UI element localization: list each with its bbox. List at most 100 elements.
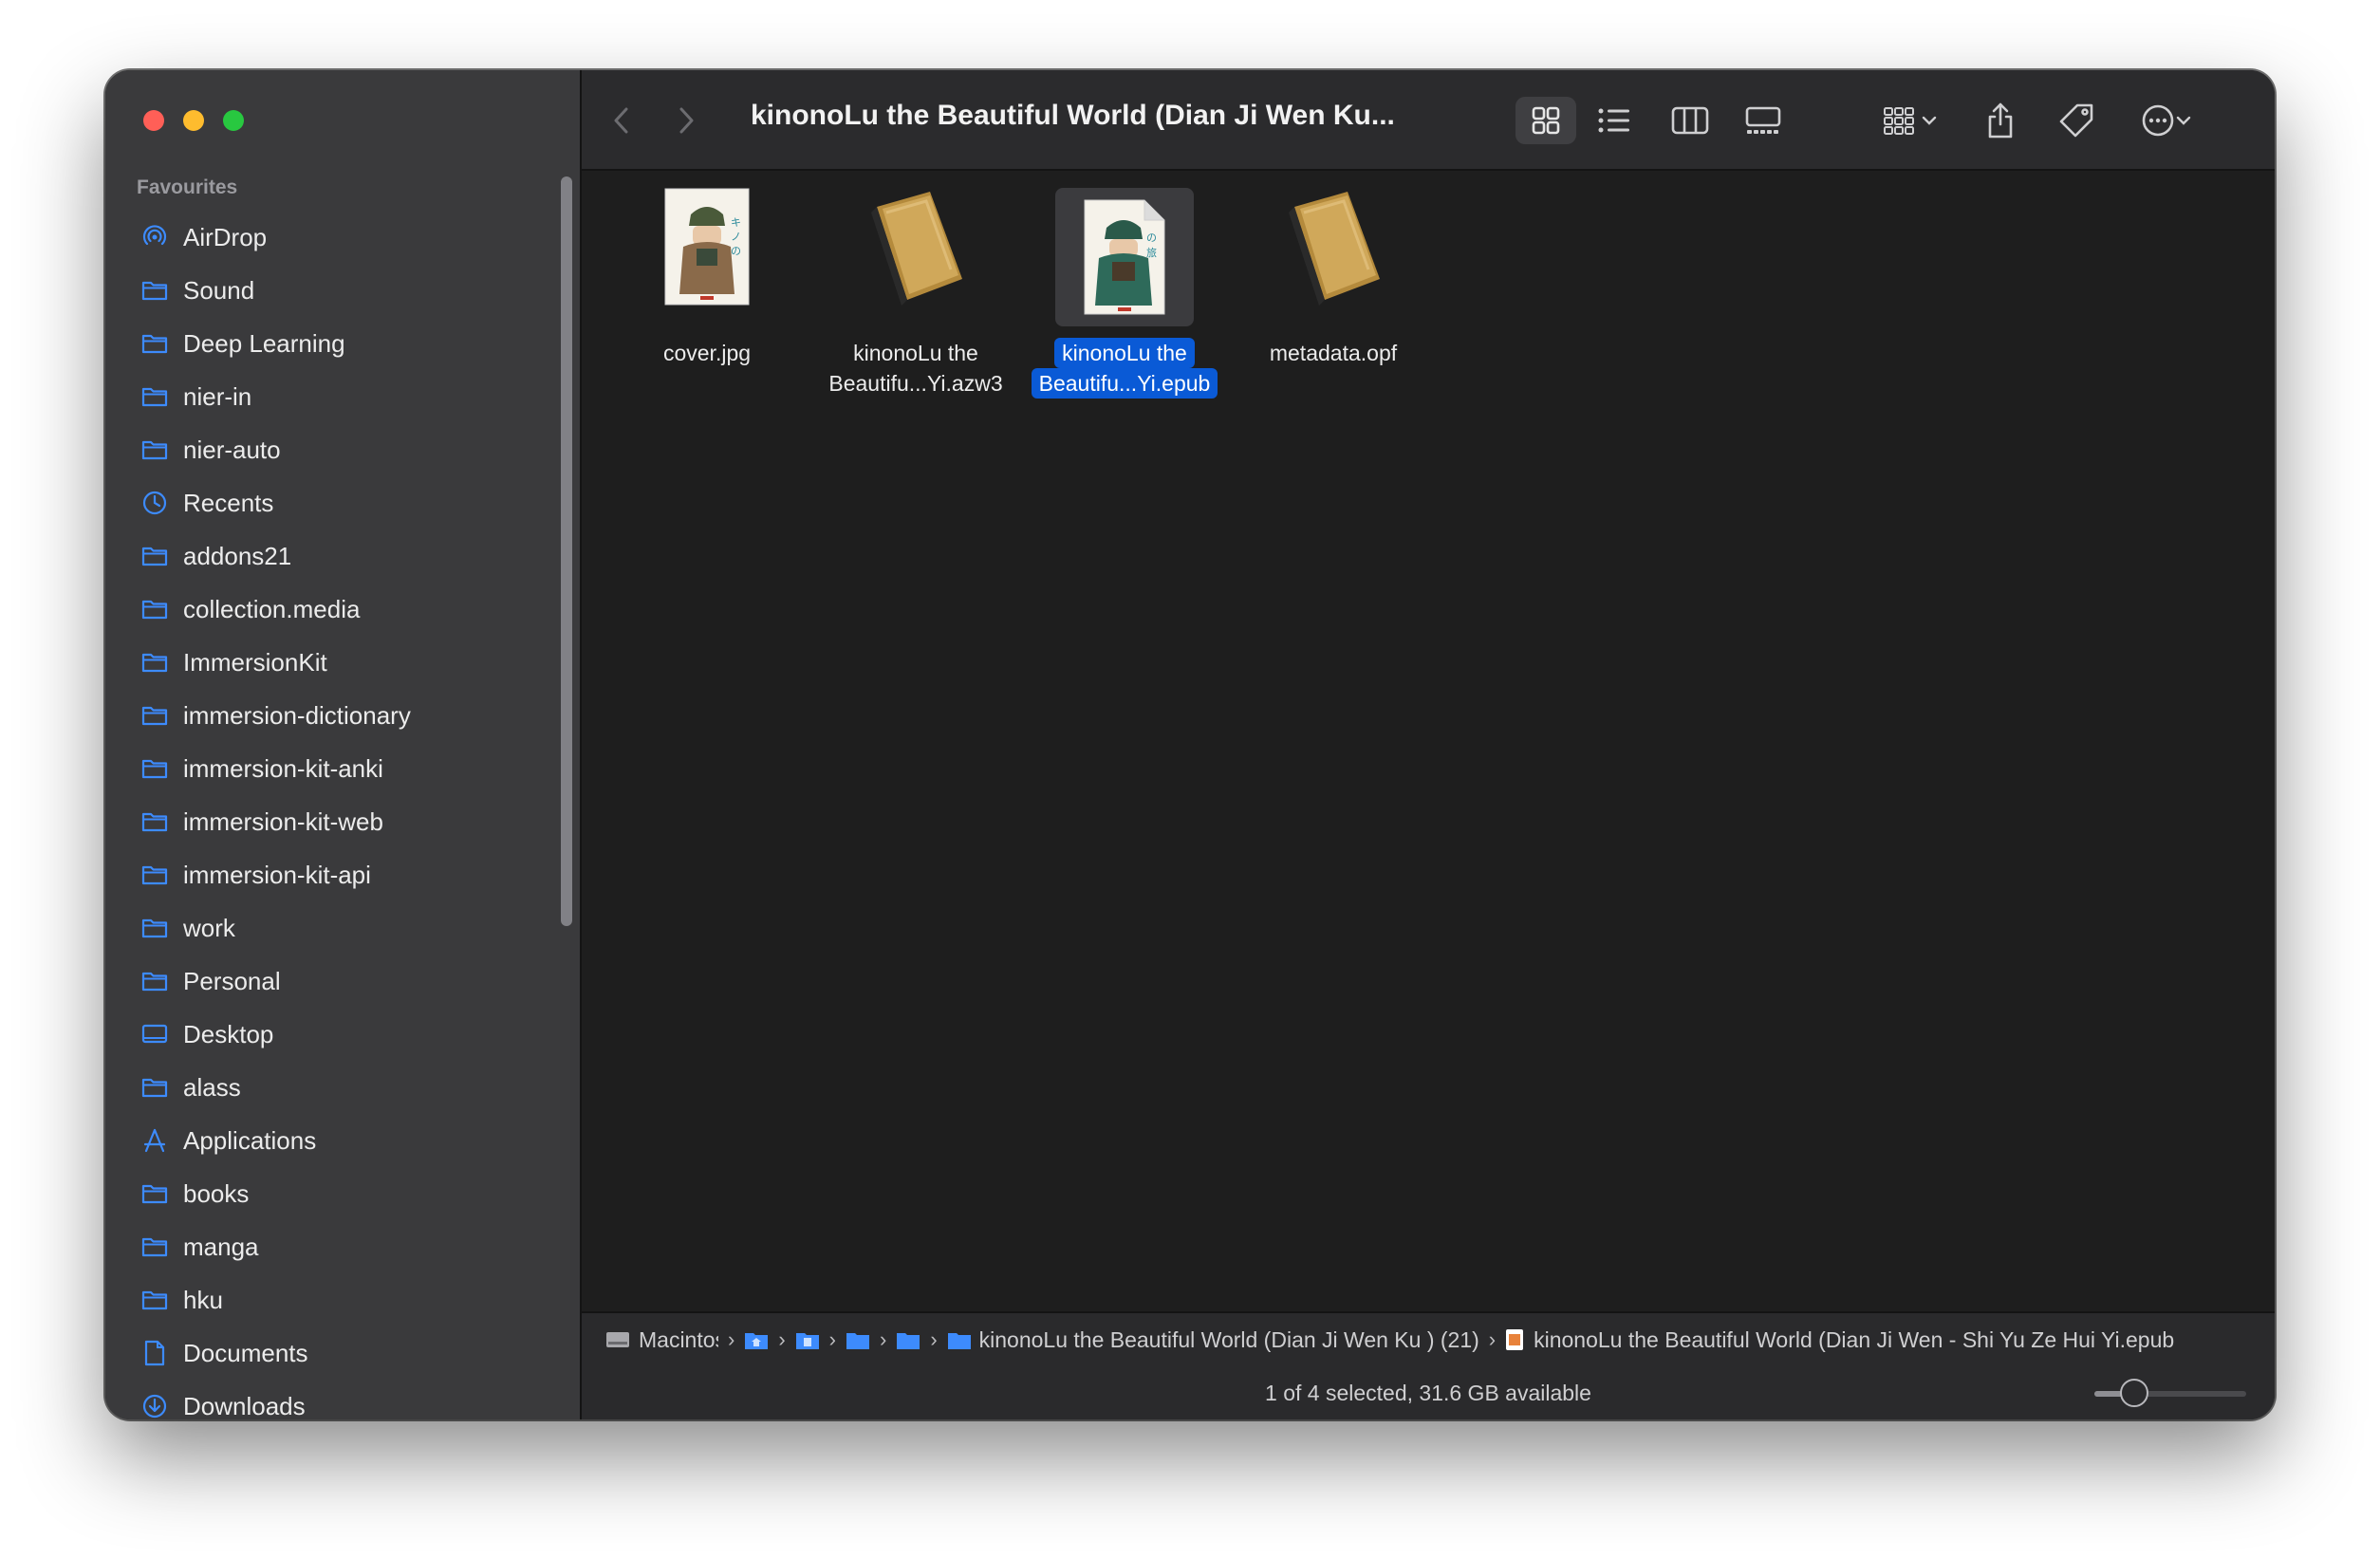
path-separator: › bbox=[828, 1327, 836, 1351]
sidebar-item-label: nier-auto bbox=[183, 435, 281, 464]
tag-button[interactable] bbox=[2053, 97, 2100, 144]
sidebar-item-nier-auto[interactable]: nier-auto bbox=[105, 423, 561, 476]
clock-icon bbox=[139, 489, 170, 517]
sidebar-item-immersion-kit-anki[interactable]: immersion-kit-anki bbox=[105, 742, 561, 795]
svg-text:の: の bbox=[731, 245, 741, 257]
path-root[interactable]: Macintosh bbox=[639, 1327, 718, 1353]
book-icon bbox=[1289, 192, 1380, 306]
more-actions-button[interactable] bbox=[2129, 97, 2204, 144]
sidebar-item-label: AirDrop bbox=[183, 222, 268, 251]
desktop-icon bbox=[139, 1020, 170, 1048]
file-item-selected[interactable]: の 旅 kinonoLu the Beautifu...Yi.epub bbox=[1015, 188, 1234, 399]
applications-icon bbox=[139, 1126, 170, 1155]
sidebar-scrollbar[interactable] bbox=[561, 176, 572, 926]
zoom-button[interactable] bbox=[223, 110, 244, 131]
folder-icon bbox=[139, 967, 170, 995]
sidebar-item-airdrop[interactable]: AirDrop bbox=[105, 211, 561, 264]
sidebar-item-hku[interactable]: hku bbox=[105, 1273, 561, 1326]
sidebar-item-label: Recents bbox=[183, 488, 274, 517]
back-button[interactable] bbox=[603, 97, 641, 144]
sidebar-item-immersionkit[interactable]: ImmersionKit bbox=[105, 636, 561, 689]
svg-text:旅: 旅 bbox=[1146, 246, 1157, 259]
gallery-icon bbox=[1745, 106, 1781, 134]
sidebar-item-nier-in[interactable]: nier-in bbox=[105, 370, 561, 423]
file-name-line-1: kinonoLu the bbox=[853, 341, 978, 365]
folder-icon[interactable] bbox=[896, 1329, 920, 1350]
sidebar-item-applications[interactable]: Applications bbox=[105, 1114, 561, 1167]
chevron-right-icon bbox=[679, 107, 694, 134]
folder-icon[interactable] bbox=[846, 1329, 870, 1350]
path-separator: › bbox=[728, 1327, 735, 1351]
sidebar-item-immersion-kit-web[interactable]: immersion-kit-web bbox=[105, 795, 561, 848]
svg-text:キ: キ bbox=[731, 216, 741, 229]
status-text: 1 of 4 selected, 31.6 GB available bbox=[1265, 1380, 1591, 1405]
sidebar-item-label: Personal bbox=[183, 966, 281, 995]
path-separator: › bbox=[879, 1327, 887, 1351]
ellipsis-circle-icon bbox=[2142, 104, 2174, 137]
forward-button[interactable] bbox=[667, 97, 705, 144]
folder-icon bbox=[139, 1233, 170, 1261]
grid-icon bbox=[1532, 106, 1560, 135]
folder-icon bbox=[139, 701, 170, 730]
svg-text:ノ: ノ bbox=[731, 231, 741, 243]
icon-size-slider[interactable] bbox=[2094, 1379, 2246, 1407]
list-view-button[interactable] bbox=[1586, 97, 1643, 144]
path-separator: › bbox=[1488, 1327, 1497, 1351]
sidebar-item-manga[interactable]: manga bbox=[105, 1220, 561, 1273]
path-separator: › bbox=[930, 1327, 938, 1351]
download-icon bbox=[139, 1392, 170, 1419]
close-button[interactable] bbox=[143, 110, 164, 131]
columns-icon bbox=[1671, 106, 1709, 135]
sidebar-item-desktop[interactable]: Desktop bbox=[105, 1008, 561, 1061]
minimize-button[interactable] bbox=[183, 110, 204, 131]
toolbar: kinonoLu the Beautiful World (Dian Ji We… bbox=[582, 70, 2275, 171]
column-view-button[interactable] bbox=[1660, 97, 1720, 144]
file-name: metadata.opf bbox=[1269, 341, 1398, 365]
share-button[interactable] bbox=[1977, 97, 2024, 144]
sidebar-item-documents[interactable]: Documents bbox=[105, 1326, 561, 1380]
sidebar-item-label: work bbox=[183, 913, 235, 942]
sidebar-item-label: manga bbox=[183, 1232, 259, 1261]
file-item[interactable]: キ ノ の cover.jpg bbox=[598, 188, 816, 368]
folder-icon bbox=[139, 648, 170, 677]
document-icon bbox=[139, 1339, 170, 1367]
sidebar-item-collection-media[interactable]: collection.media bbox=[105, 583, 561, 636]
documents-folder-icon[interactable] bbox=[795, 1329, 820, 1350]
sidebar-item-label: immersion-dictionary bbox=[183, 700, 411, 730]
sidebar-item-label: addons21 bbox=[183, 541, 292, 570]
sidebar-item-downloads[interactable]: Downloads bbox=[105, 1380, 561, 1419]
sidebar-item-books[interactable]: books bbox=[105, 1167, 561, 1220]
file-item[interactable]: kinonoLu the Beautifu...Yi.azw3 bbox=[807, 188, 1025, 399]
path-current-file[interactable]: kinonoLu the Beautiful World (Dian Ji We… bbox=[1534, 1327, 2174, 1353]
file-name-line-1: kinonoLu the bbox=[1054, 338, 1195, 368]
gallery-view-button[interactable] bbox=[1732, 97, 1794, 144]
sidebar-item-label: alass bbox=[183, 1072, 241, 1102]
sidebar-item-label: Applications bbox=[183, 1125, 317, 1155]
sidebar-item-label: immersion-kit-api bbox=[183, 860, 371, 889]
sidebar-item-label: ImmersionKit bbox=[183, 647, 327, 677]
main-pane: kinonoLu the Beautiful World (Dian Ji We… bbox=[582, 70, 2275, 1419]
sidebar-item-alass[interactable]: alass bbox=[105, 1061, 561, 1114]
sidebar-item-recents[interactable]: Recents bbox=[105, 476, 561, 529]
sidebar-item-addons21[interactable]: addons21 bbox=[105, 529, 561, 583]
status-bar: 1 of 4 selected, 31.6 GB available bbox=[582, 1366, 2275, 1419]
icon-view-button[interactable] bbox=[1515, 97, 1576, 144]
slider-knob[interactable] bbox=[2119, 1379, 2148, 1407]
group-by-button[interactable] bbox=[1872, 97, 1948, 144]
home-folder-icon[interactable] bbox=[744, 1329, 769, 1350]
sidebar-item-deep-learning[interactable]: Deep Learning bbox=[105, 317, 561, 370]
sidebar-item-label: collection.media bbox=[183, 594, 361, 623]
path-parent-folder[interactable]: kinonoLu the Beautiful World (Dian Ji We… bbox=[979, 1327, 1479, 1353]
sidebar-item-work[interactable]: work bbox=[105, 901, 561, 955]
sidebar-item-label: Documents bbox=[183, 1338, 308, 1367]
file-item[interactable]: metadata.opf bbox=[1224, 188, 1442, 368]
sidebar-item-sound[interactable]: Sound bbox=[105, 264, 561, 317]
sidebar-item-label: Deep Learning bbox=[183, 328, 345, 358]
sidebar-item-immersion-kit-api[interactable]: immersion-kit-api bbox=[105, 848, 561, 901]
sidebar-item-label: immersion-kit-anki bbox=[183, 753, 383, 783]
sidebar-item-immersion-dictionary[interactable]: immersion-dictionary bbox=[105, 689, 561, 742]
folder-icon bbox=[139, 595, 170, 623]
folder-icon bbox=[139, 436, 170, 464]
tag-icon bbox=[2059, 103, 2093, 138]
sidebar-item-personal[interactable]: Personal bbox=[105, 955, 561, 1008]
